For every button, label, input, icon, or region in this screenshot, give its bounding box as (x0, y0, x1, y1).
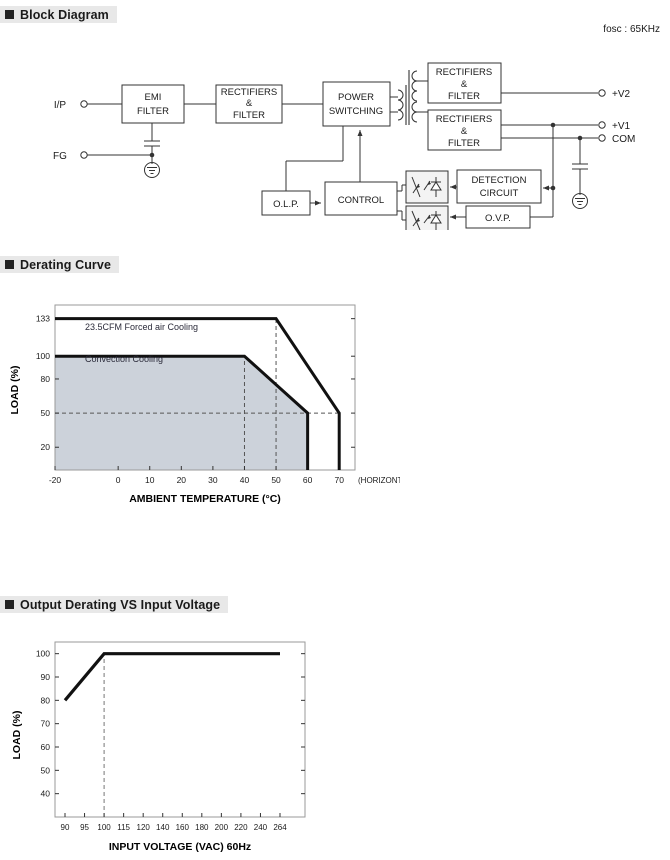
yticklabel-90: 90 (41, 672, 51, 682)
derating-x-axis-title: AMBIENT TEMPERATURE (°C) (129, 493, 281, 505)
yticklabel-50: 50 (41, 408, 51, 418)
yticklabel-80: 80 (41, 695, 51, 705)
yticklabel-20: 20 (41, 442, 51, 452)
xticklabel-240: 240 (254, 823, 268, 832)
bullet-square-icon (5, 260, 14, 269)
label-output-com: COM (612, 134, 635, 145)
block-label-ovp: O.V.P. (485, 213, 511, 224)
block-label-rect1-2: & (246, 98, 253, 109)
yticklabel-60: 60 (41, 742, 51, 752)
block-label-emi-2: FILTER (137, 106, 169, 117)
block-label-rectv2-1: RECTIFIERS (436, 67, 492, 78)
block-diagram-section-header: Block Diagram (0, 6, 117, 23)
xticklabel-160: 160 (176, 823, 190, 832)
yticklabel-40: 40 (41, 789, 51, 799)
derating-axis-note: (HORIZONTAL) (358, 476, 400, 485)
xticklabel-70: 70 (334, 475, 344, 485)
output-derating-chart: 90 95 100 115 120 140 160 180 200 220 240 264 40 50 6… (0, 630, 380, 855)
yticklabel-80: 80 (41, 374, 51, 384)
block-label-detection-2: CIRCUIT (480, 188, 519, 199)
xticklabel-140: 140 (156, 823, 170, 832)
output-derating-title: Output Derating VS Input Voltage (20, 597, 221, 612)
xticklabel-100: 100 (97, 823, 111, 832)
input-terminal-fg (80, 151, 88, 159)
xticklabel-90: 90 (61, 823, 70, 832)
voltage-y-axis-title: LOAD (%) (11, 711, 23, 760)
input-terminal-ip (80, 100, 88, 108)
xticklabel-10: 10 (145, 475, 155, 485)
output-terminal-com (598, 134, 606, 142)
block-label-rectv1-3: FILTER (448, 138, 480, 149)
block-label-rect1-3: FILTER (233, 110, 265, 121)
label-input-ip: I/P (54, 100, 67, 111)
block-label-power-2: SWITCHING (329, 106, 383, 117)
xticklabel-220: 220 (234, 823, 248, 832)
block-power-switching (322, 81, 391, 127)
xticklabel--20: -20 (49, 475, 62, 485)
derating-curve-title: Derating Curve (20, 257, 112, 272)
derating-curve-chart: -20 0 10 20 30 40 50 60 70 20 50 80 100 133 (HORIZON… (0, 290, 415, 505)
xticklabel-60: 60 (303, 475, 313, 485)
voltage-x-axis-title: INPUT VOLTAGE (VAC) 60Hz (109, 841, 251, 853)
optocoupler-ovp (405, 205, 449, 237)
block-diagram: EMI FILTER RECTIFIERS & FILTER POWER SWI… (0, 30, 670, 237)
output-terminal-v1 (598, 121, 606, 129)
derating-y-axis-title: LOAD (%) (9, 366, 21, 415)
label-input-fg: FG (53, 151, 67, 162)
block-label-detection-1: DETECTION (472, 175, 527, 186)
series-line-load (63, 652, 280, 702)
yticklabel-70: 70 (41, 719, 51, 729)
yticklabel-100: 100 (36, 351, 50, 361)
xticklabel-120: 120 (137, 823, 151, 832)
xticklabel-200: 200 (215, 823, 229, 832)
block-label-control: CONTROL (338, 195, 384, 206)
block-label-emi-1: EMI (145, 92, 162, 103)
block-emi-filter (121, 84, 185, 124)
bullet-square-icon (5, 600, 14, 609)
xticklabel-115: 115 (117, 823, 130, 832)
block-label-rectv1-2: & (461, 126, 468, 137)
block-label-power-1: POWER (338, 92, 374, 103)
label-output-v2: +V2 (612, 89, 631, 100)
xticklabel-95: 95 (80, 823, 89, 832)
bullet-square-icon (5, 10, 14, 19)
xticklabel-180: 180 (195, 823, 209, 832)
block-label-rectv2-3: FILTER (448, 91, 480, 102)
yticklabel-133: 133 (36, 314, 50, 324)
label-output-v1: +V1 (612, 121, 631, 132)
block-label-rectv1-1: RECTIFIERS (436, 114, 492, 125)
xticklabel-50: 50 (271, 475, 281, 485)
xticklabel-20: 20 (177, 475, 187, 485)
yticklabel-100: 100 (36, 649, 50, 659)
xticklabel-40: 40 (240, 475, 250, 485)
optocoupler-detection (405, 170, 449, 204)
xticklabel-264: 264 (273, 823, 287, 832)
derating-curve-section-header: Derating Curve (0, 256, 120, 273)
xticklabel-30: 30 (208, 475, 218, 485)
block-label-rect1-1: RECTIFIERS (221, 87, 277, 98)
block-diagram-title: Block Diagram (20, 7, 109, 22)
block-label-rectv2-2: & (461, 79, 468, 90)
annotation-forced-air: 23.5CFM Forced air Cooling (85, 322, 198, 332)
block-label-olp: O.L.P. (273, 199, 299, 210)
xticklabel-0: 0 (116, 475, 121, 485)
output-terminal-v2 (598, 89, 606, 97)
output-derating-section-header: Output Derating VS Input Voltage (0, 596, 229, 613)
annotation-convection: Convection Cooling (85, 354, 163, 364)
yticklabel-50: 50 (41, 765, 51, 775)
